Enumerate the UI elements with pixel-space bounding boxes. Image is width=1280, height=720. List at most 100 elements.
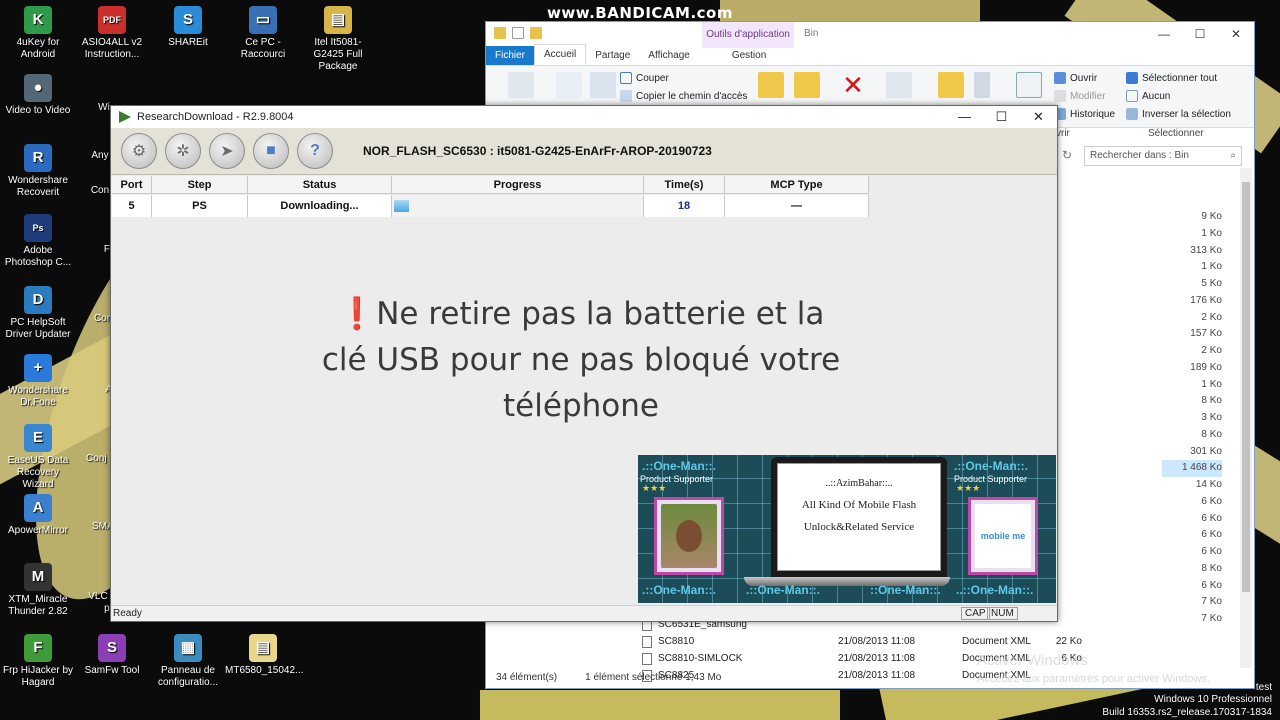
desktop-icon[interactable]: S SHAREit [150,6,226,49]
vertical-scrollbar[interactable] [1240,168,1252,668]
activate-windows-subtitle: Accédez aux paramètres pour activer Wind… [977,673,1210,685]
progress-cell [392,195,644,217]
desktop-icon[interactable]: R Wondershare Recoverit [0,144,76,199]
file-size: 1 468 Ko [1162,460,1222,477]
control-panel-icon: ▦ [174,634,202,662]
build-info-line3: Build 16353.rs2_release.170317-1834 [1102,707,1272,718]
search-box[interactable]: Rechercher dans : Bin ⌕ [1084,146,1242,166]
tab-fichier[interactable]: Fichier [486,46,535,65]
move-to-icon[interactable] [758,72,784,98]
file-size: 6 Ko [1201,546,1222,557]
file-size: 6 Ko [1201,495,1222,507]
scrollbar-thumb[interactable] [1242,182,1250,592]
delete-icon[interactable]: ✕ [840,72,866,98]
quick-access-toolbar[interactable] [494,27,542,39]
close-icon[interactable]: ✕ [1020,106,1057,128]
play-icon: ➤ [220,143,234,160]
copy-to-icon[interactable] [794,72,820,98]
cut-button[interactable]: Couper [620,72,669,84]
col-progress[interactable]: Progress [392,176,644,193]
edit-button[interactable]: Modifier [1054,90,1106,102]
load-packet-button[interactable]: ⚙ [121,133,157,169]
desktop-icon[interactable]: + Wondershare Dr.Fone [0,354,76,409]
desktop-icon[interactable]: PDF ASIO4ALL v2 Instruction... [74,6,150,61]
minimize-icon[interactable]: — [946,106,983,128]
copy-icon[interactable] [556,72,582,98]
file-size: 2 Ko [1201,345,1222,356]
help-button[interactable]: ? [297,133,333,169]
desktop-icon[interactable]: K 4uKey for Android [0,6,76,61]
document-icon: ▤ [249,634,277,662]
tab-partage[interactable]: Partage [586,46,639,65]
firmware-label: NOR_FLASH_SC6530 : it5081-G2425-EnArFr-A… [363,144,712,158]
paste-icon[interactable] [590,72,616,98]
select-all-button[interactable]: Sélectionner tout [1126,72,1217,84]
search-icon: ⌕ [1230,150,1236,161]
warning-line-3: téléphone [503,388,659,424]
desktop-icon[interactable]: M XTM_Miracle Thunder 2.82 [0,563,76,618]
num-lock-indicator: NUM [987,607,1018,620]
android-key-icon: K [24,6,52,34]
desktop-icon-label: Wondershare Dr.Fone [8,385,68,408]
tab-affichage[interactable]: Affichage [639,46,699,65]
col-mcp-type[interactable]: MCP Type [725,176,869,193]
desktop-icon[interactable]: S SamFw Tool [74,634,150,677]
maximize-icon[interactable]: ☐ [1182,22,1218,46]
refresh-icon[interactable]: ↻ [1062,148,1072,162]
desktop-icon[interactable]: ● Video to Video [0,74,76,117]
col-status[interactable]: Status [248,176,392,193]
desktop-icon[interactable]: ▦ Panneau de configuratio... [150,634,226,689]
select-none-button[interactable]: Aucun [1126,90,1170,102]
context-tab-app-tools[interactable]: Outils d'application [702,22,794,48]
start-download-button[interactable]: ➤ [209,133,245,169]
pin-icon[interactable] [508,72,534,98]
file-size: 157 Ko [1190,328,1222,340]
partial-icon-label: SMA [92,521,114,532]
file-size: 6 Ko [1201,529,1222,541]
open-button[interactable]: Ouvrir [1054,72,1097,84]
rename-icon[interactable] [886,72,912,98]
banner-bottom-tag-2: .::One-Man::. [746,583,820,597]
minimize-icon[interactable]: — [1146,22,1182,46]
col-step[interactable]: Step [152,176,248,193]
new-folder-large-icon[interactable] [938,72,964,98]
gear-icon: ⚙ [131,143,147,160]
desktop-icon[interactable]: Ps Adobe Photoshop C... [0,214,76,269]
warning-overlay: ❗Ne retire pas la batterie et la clé USB… [231,291,931,429]
close-icon[interactable]: ✕ [1218,22,1254,46]
desktop-icon[interactable]: ▤ MT6580_15042... [225,634,303,677]
gears-icon: ✲ [176,143,190,160]
cut-label: Couper [636,72,669,84]
invert-selection-button[interactable]: Inverser la sélection [1126,108,1231,120]
tab-gestion[interactable]: Gestion [723,46,775,65]
settings-button[interactable]: ✲ [165,133,201,169]
properties-large-icon[interactable] [1016,72,1042,98]
desktop-icon[interactable]: ▭ Ce PC - Raccourci [225,6,301,61]
desktop-icon[interactable]: E EaseUS Data Recovery Wizard [0,424,76,491]
desktop-icon[interactable]: ▤ Itel It5081-G2425 Full Package [300,6,376,73]
history-button[interactable]: Historique [1054,108,1115,120]
new-item-icon[interactable] [974,72,990,98]
file-size: 8 Ko [1201,428,1222,440]
file-size: 313 Ko [1190,244,1222,256]
copy-path-button[interactable]: Copier le chemin d'accès [620,90,747,102]
tab-accueil[interactable]: Accueil [534,44,587,65]
desktop-icon[interactable]: A ApowerMirror [0,494,76,537]
banner-tag-right: .::One-Man::. [954,459,1028,473]
status-cell: Downloading... [248,195,392,217]
list-item[interactable]: SC8810 21/08/2013 11:08 Document XML 22 Ko [492,633,1092,650]
stop-download-button[interactable]: ■ [253,133,289,169]
desktop-icon-label: SamFw Tool [84,665,140,676]
scissors-icon [620,72,632,84]
desktop-icon-label: Panneau de configuratio... [157,665,219,688]
file-size: 189 Ko [1190,361,1222,373]
file-date: 21/08/2013 11:08 [838,636,916,647]
desktop-icon[interactable]: D PC HelpSoft Driver Updater [0,286,76,341]
maximize-icon[interactable]: ☐ [983,106,1020,128]
open-label: Ouvrir [1070,72,1098,84]
desktop-icon-label: Adobe Photoshop C... [4,245,72,268]
table-row[interactable]: 5 PS Downloading... 18 — [112,195,869,217]
col-time[interactable]: Time(s) [644,176,725,193]
desktop-icon[interactable]: F Frp HiJacker by Hagard [0,634,76,689]
col-port[interactable]: Port [112,176,152,193]
